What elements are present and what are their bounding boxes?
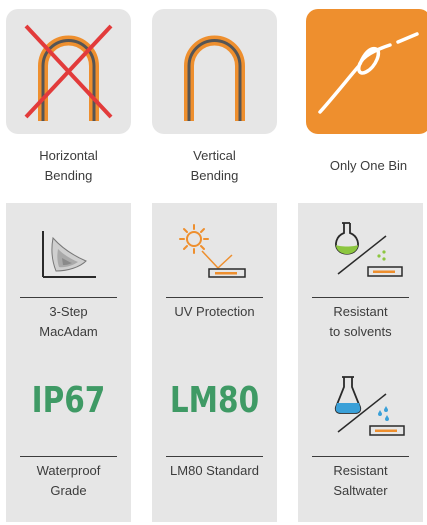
feature-uv-protection: UV Protection [152,203,277,363]
arch-icon [184,35,245,121]
caption-macadam: 3-Step MacAdam [39,304,98,339]
lm80-badge: LM80 [169,380,260,421]
caption-waterproof: Waterproof Grade [36,463,101,498]
divider [166,456,263,457]
caption-resistant-solvents: Resistant to solvents [329,304,392,339]
flask-solvent-icon [335,222,403,277]
macadam-chart-icon [42,231,96,278]
feature-waterproof: IP67 Waterproof Grade [6,362,131,522]
caption-vertical-bending: Vertical Bending [190,148,239,183]
divider [20,297,117,298]
caption-only-one-bin: Only One Bin [329,158,408,173]
divider [312,297,409,298]
feature-resistant-saltwater: Resistant Saltwater [298,362,423,522]
bin-curve-icon [318,32,419,114]
caption-lm80: LM80 Standard [170,463,259,478]
divider [312,456,409,457]
crossed-arch-icon [24,24,113,121]
tile-only-one-bin [306,9,427,134]
feature-lm80: LM80 LM80 Standard [152,362,277,522]
sun-uv-icon [179,224,246,278]
feature-resistant-solvents: Resistant to solvents [298,203,423,363]
caption-horizontal-bending: Horizontal Bending [39,148,98,183]
caption-resistant-saltwater: Resistant Saltwater [333,463,388,498]
divider [20,456,117,457]
ip67-badge: IP67 [31,380,106,421]
beaker-saltwater-icon [334,376,405,436]
divider [166,297,263,298]
tile-vertical-bending [152,9,277,134]
caption-uv-protection: UV Protection [174,304,255,319]
feature-grid: Horizontal Bending Vertical Bending Only… [0,0,427,525]
tile-horizontal-bending [6,9,131,134]
feature-macadam: 3-Step MacAdam [6,203,131,363]
